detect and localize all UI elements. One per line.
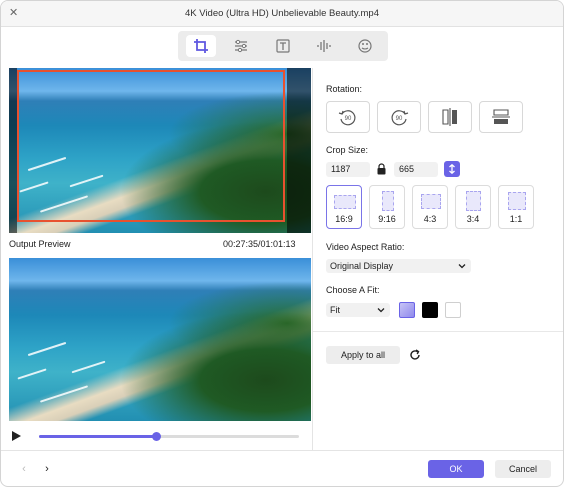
aspect-ratio-select[interactable]: Original Display (326, 259, 471, 273)
flip-horizontal-icon (442, 108, 457, 126)
section-divider (313, 331, 563, 332)
seek-bar[interactable] (39, 432, 299, 441)
chevron-down-icon (377, 308, 385, 313)
audio-icon (317, 40, 331, 52)
seek-handle[interactable] (152, 432, 161, 441)
tab-text[interactable] (268, 35, 298, 57)
chevron-left-icon: ‹ (22, 463, 26, 475)
crop-size-label: Crop Size: (326, 145, 369, 155)
output-preview-video (9, 258, 311, 421)
crop-height-field[interactable]: 665 (394, 162, 438, 177)
next-button[interactable]: › (39, 461, 55, 477)
ratio-4-3-button[interactable]: 4:3 (412, 185, 448, 229)
aspect-ratio-value: Original Display (330, 261, 394, 271)
ratio-label: 4:3 (423, 214, 437, 224)
close-icon[interactable]: ✕ (9, 1, 18, 26)
chevron-down-icon (458, 264, 466, 269)
rotation-label: Rotation: (326, 84, 363, 94)
crop-editor-window: ✕ 4K Video (Ultra HD) Unbelievable Beaut… (0, 0, 564, 487)
white-fill-swatch[interactable] (445, 302, 461, 318)
crop-mask-left (9, 68, 17, 233)
text-icon (276, 39, 290, 53)
ratio-4-3-icon (421, 194, 441, 209)
panel-divider (312, 68, 313, 451)
ratio-label: 16:9 (335, 214, 353, 224)
crop-icon (194, 39, 208, 53)
ratio-16-9-button[interactable]: 16:9 (326, 185, 362, 229)
svg-text:90: 90 (396, 116, 403, 122)
reset-icon[interactable] (408, 348, 422, 362)
play-icon[interactable] (10, 430, 22, 442)
seek-progress (39, 435, 156, 438)
fit-label: Choose A Fit: (326, 285, 380, 295)
ok-button[interactable]: OK (428, 460, 484, 478)
source-video[interactable] (9, 68, 311, 233)
editor-toolbar (178, 31, 388, 61)
tab-audio[interactable] (309, 35, 339, 57)
sliders-icon (235, 39, 247, 53)
output-preview-label: Output Preview (9, 239, 71, 249)
ratio-1-1-icon (508, 192, 526, 210)
watermark-icon (358, 39, 372, 53)
swap-vertical-icon (449, 164, 455, 174)
rotate-left-button[interactable]: 90 (326, 101, 370, 133)
preview-frame (9, 258, 311, 421)
ratio-16-9-icon (334, 195, 356, 209)
ratio-9-16-icon (382, 191, 394, 211)
cancel-button[interactable]: Cancel (495, 460, 551, 478)
aspect-ratio-label: Video Aspect Ratio: (326, 242, 405, 252)
flip-vertical-icon (492, 109, 510, 124)
footer-divider (1, 450, 563, 451)
crop-rectangle[interactable] (17, 70, 285, 222)
window-title: 4K Video (Ultra HD) Unbelievable Beauty.… (185, 8, 379, 19)
fit-value: Fit (330, 305, 340, 315)
ratio-3-4-button[interactable]: 3:4 (455, 185, 491, 229)
crop-mask-right (287, 68, 311, 233)
tab-effects[interactable] (226, 35, 256, 57)
flip-horizontal-button[interactable] (428, 101, 472, 133)
ratio-label: 3:4 (466, 214, 480, 224)
fit-select[interactable]: Fit (326, 303, 390, 317)
previous-button[interactable]: ‹ (16, 461, 32, 477)
rotate-left-90-icon: 90 (338, 110, 356, 126)
svg-text:90: 90 (345, 116, 352, 122)
ratio-3-4-icon (466, 191, 481, 211)
chevron-right-icon: › (45, 463, 49, 475)
rotate-right-90-icon: 90 (391, 110, 409, 126)
swap-dimensions-button[interactable] (444, 161, 460, 177)
timecode: 00:27:35/01:01:13 (223, 239, 296, 249)
ratio-label: 1:1 (509, 214, 523, 224)
lock-icon[interactable] (376, 163, 387, 175)
tab-crop[interactable] (186, 35, 216, 57)
rotate-right-button[interactable]: 90 (377, 101, 421, 133)
gradient-fill-swatch[interactable] (399, 302, 415, 318)
ratio-1-1-button[interactable]: 1:1 (498, 185, 534, 229)
title-bar: ✕ 4K Video (Ultra HD) Unbelievable Beaut… (1, 1, 563, 27)
tab-watermark[interactable] (350, 35, 380, 57)
apply-to-all-button[interactable]: Apply to all (326, 346, 400, 364)
black-fill-swatch[interactable] (422, 302, 438, 318)
flip-vertical-button[interactable] (479, 101, 523, 133)
ratio-label: 9:16 (378, 214, 396, 224)
ratio-9-16-button[interactable]: 9:16 (369, 185, 405, 229)
crop-width-field[interactable]: 1187 (326, 162, 370, 177)
